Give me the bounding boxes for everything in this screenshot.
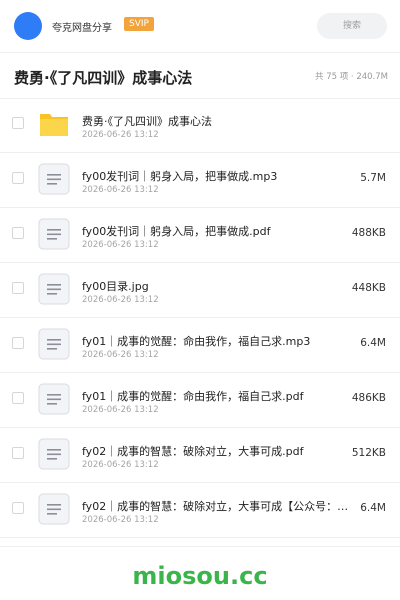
file-size: 512KB (351, 447, 386, 459)
file-date: 2026-06-26 13:12 (82, 515, 159, 525)
file-list: 费勇·《了凡四训》成事心法 2026-06-26 13:12 fy00发刊词｜躬… (0, 98, 400, 538)
file-size: 6.4M (360, 337, 386, 349)
row-checkbox[interactable] (12, 117, 24, 129)
document-icon (38, 163, 70, 195)
app-name: 夸克网盘分享 (52, 23, 112, 34)
file-date: 2026-06-26 13:12 (82, 130, 159, 140)
list-item[interactable]: fy01｜成事的觉醒：命由我作，福自己求.mp3 2026-06-26 13:1… (0, 318, 400, 373)
document-icon (38, 328, 70, 360)
file-date: 2026-06-26 13:12 (82, 240, 159, 250)
row-checkbox[interactable] (12, 337, 24, 349)
file-size: 448KB (351, 282, 386, 294)
file-name: fy01｜成事的觉醒：命由我作，福自己求.mp3 (82, 335, 311, 348)
list-item[interactable]: fy00目录.jpg 2026-06-26 13:12 448KB (0, 263, 400, 318)
row-checkbox[interactable] (12, 282, 24, 294)
file-name: 费勇·《了凡四训》成事心法 (82, 115, 212, 128)
file-name: fy00发刊词｜躬身入局，把事做成.mp3 (82, 170, 278, 183)
file-name: fy00目录.jpg (82, 280, 149, 293)
file-size: 6.4M (360, 502, 386, 514)
file-size: 5.7M (360, 172, 386, 184)
top-bar: 夸克网盘分享 SVIP (0, 0, 400, 53)
svip-badge: SVIP (124, 17, 154, 31)
list-item[interactable]: fy01｜成事的觉醒：命由我作，福自己求.pdf 2026-06-26 13:1… (0, 373, 400, 428)
file-size: 486KB (351, 392, 386, 404)
file-name: fy02｜成事的智慧：破除对立，大事可成【公众号：… (82, 500, 349, 513)
file-name: fy00发刊词｜躬身入局，把事做成.pdf (82, 225, 271, 238)
row-checkbox[interactable] (12, 392, 24, 404)
list-item[interactable]: fy02｜成事的智慧：破除对立，大事可成.pdf 2026-06-26 13:1… (0, 428, 400, 483)
file-size: 488KB (351, 227, 386, 239)
file-date: 2026-06-26 13:12 (82, 405, 159, 415)
row-checkbox[interactable] (12, 172, 24, 184)
row-checkbox[interactable] (12, 447, 24, 459)
row-checkbox[interactable] (12, 227, 24, 239)
file-name: fy02｜成事的智慧：破除对立，大事可成.pdf (82, 445, 304, 458)
item-count-summary: 共 75 项 · 240.7M (315, 72, 388, 82)
list-item[interactable]: fy00发刊词｜躬身入局，把事做成.mp3 2026-06-26 13:12 5… (0, 153, 400, 208)
file-date: 2026-06-26 13:12 (82, 295, 159, 305)
list-item[interactable]: fy00发刊词｜躬身入局，把事做成.pdf 2026-06-26 13:12 4… (0, 208, 400, 263)
file-date: 2026-06-26 13:12 (82, 350, 159, 360)
file-name: fy01｜成事的觉醒：命由我作，福自己求.pdf (82, 390, 304, 403)
list-item[interactable]: 费勇·《了凡四训》成事心法 2026-06-26 13:12 (0, 98, 400, 153)
file-date: 2026-06-26 13:12 (82, 185, 159, 195)
folder-header: 费勇·《了凡四训》成事心法 共 75 项 · 240.7M (0, 52, 400, 99)
watermark-text: miosou.cc (132, 562, 268, 590)
row-checkbox[interactable] (12, 502, 24, 514)
document-icon (38, 218, 70, 250)
folder-icon (40, 114, 68, 136)
divider (0, 546, 400, 547)
document-icon (38, 383, 70, 415)
avatar[interactable] (14, 12, 42, 40)
document-icon (38, 493, 70, 525)
document-icon (38, 438, 70, 470)
search-input[interactable] (317, 13, 387, 39)
list-item[interactable]: fy02｜成事的智慧：破除对立，大事可成【公众号：… 2026-06-26 13… (0, 483, 400, 538)
document-icon (38, 273, 70, 305)
file-date: 2026-06-26 13:12 (82, 460, 159, 470)
page-title: 费勇·《了凡四训》成事心法 (14, 69, 193, 87)
